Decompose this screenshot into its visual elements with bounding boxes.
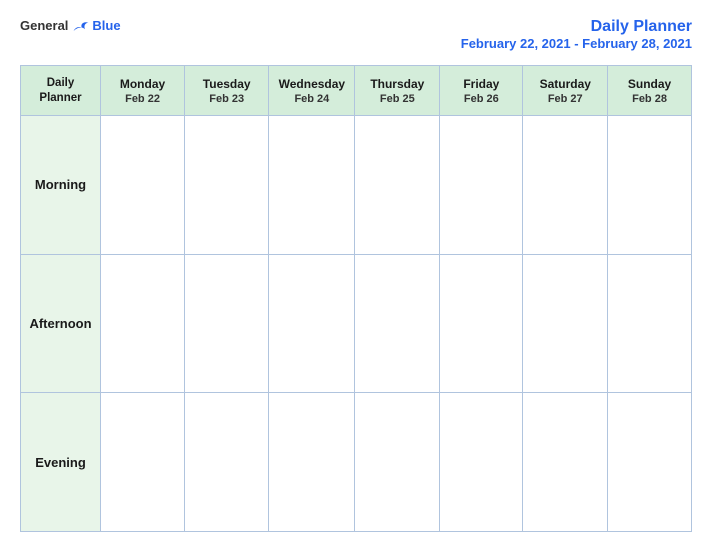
cell-morning-friday[interactable] (440, 116, 523, 255)
table-row-morning: Morning (21, 116, 692, 255)
logo-blue-text: Blue (92, 18, 120, 33)
cell-evening-thursday[interactable] (355, 393, 440, 532)
cell-afternoon-thursday[interactable] (355, 254, 440, 393)
col-date-friday: Feb 26 (440, 93, 522, 105)
col-header-monday: Monday Feb 22 (101, 66, 185, 116)
col-date-sunday: Feb 28 (608, 93, 691, 105)
col-day-wednesday: Wednesday (269, 77, 354, 91)
cell-afternoon-wednesday[interactable] (269, 254, 355, 393)
logo-general-text: General (20, 18, 68, 33)
title-area: Daily Planner February 22, 2021 - Februa… (461, 18, 692, 51)
logo: General Blue (20, 18, 121, 33)
cell-evening-sunday[interactable] (608, 393, 692, 532)
page: General Blue Daily Planner February 22, … (0, 0, 712, 550)
col-date-thursday: Feb 25 (355, 93, 439, 105)
date-range: February 22, 2021 - February 28, 2021 (461, 36, 692, 51)
cell-morning-wednesday[interactable] (269, 116, 355, 255)
cell-evening-friday[interactable] (440, 393, 523, 532)
calendar-table: Daily Planner Monday Feb 22 Tuesday Feb … (20, 65, 692, 532)
cell-afternoon-tuesday[interactable] (185, 254, 269, 393)
col-header-saturday: Saturday Feb 27 (523, 66, 608, 116)
cell-evening-tuesday[interactable] (185, 393, 269, 532)
header-label-line2: Planner (39, 92, 81, 104)
cell-morning-tuesday[interactable] (185, 116, 269, 255)
cell-evening-wednesday[interactable] (269, 393, 355, 532)
cell-afternoon-saturday[interactable] (523, 254, 608, 393)
col-day-monday: Monday (101, 77, 184, 91)
col-header-wednesday: Wednesday Feb 24 (269, 66, 355, 116)
cell-morning-saturday[interactable] (523, 116, 608, 255)
col-date-monday: Feb 22 (101, 93, 184, 105)
cell-afternoon-sunday[interactable] (608, 254, 692, 393)
row-label-evening: Evening (21, 393, 101, 532)
row-label-morning: Morning (21, 116, 101, 255)
col-day-sunday: Sunday (608, 77, 691, 91)
cell-afternoon-monday[interactable] (101, 254, 185, 393)
col-header-friday: Friday Feb 26 (440, 66, 523, 116)
col-header-sunday: Sunday Feb 28 (608, 66, 692, 116)
col-day-thursday: Thursday (355, 77, 439, 91)
col-date-tuesday: Feb 23 (185, 93, 268, 105)
cell-evening-monday[interactable] (101, 393, 185, 532)
col-date-wednesday: Feb 24 (269, 93, 354, 105)
logo-bird-icon (72, 19, 90, 33)
col-header-tuesday: Tuesday Feb 23 (185, 66, 269, 116)
cell-evening-saturday[interactable] (523, 393, 608, 532)
cell-afternoon-friday[interactable] (440, 254, 523, 393)
logo-area: General Blue (20, 18, 121, 33)
row-label-afternoon: Afternoon (21, 254, 101, 393)
cell-morning-monday[interactable] (101, 116, 185, 255)
col-day-friday: Friday (440, 77, 522, 91)
header-label-line1: Daily (47, 77, 75, 89)
col-day-saturday: Saturday (523, 77, 607, 91)
col-day-tuesday: Tuesday (185, 77, 268, 91)
col-date-saturday: Feb 27 (523, 93, 607, 105)
table-row-evening: Evening (21, 393, 692, 532)
table-row-afternoon: Afternoon (21, 254, 692, 393)
cell-morning-thursday[interactable] (355, 116, 440, 255)
col-header-thursday: Thursday Feb 25 (355, 66, 440, 116)
cell-morning-sunday[interactable] (608, 116, 692, 255)
header-row: Daily Planner Monday Feb 22 Tuesday Feb … (21, 66, 692, 116)
header: General Blue Daily Planner February 22, … (20, 18, 692, 51)
page-title: Daily Planner (461, 18, 692, 36)
table-corner-header: Daily Planner (21, 66, 101, 116)
